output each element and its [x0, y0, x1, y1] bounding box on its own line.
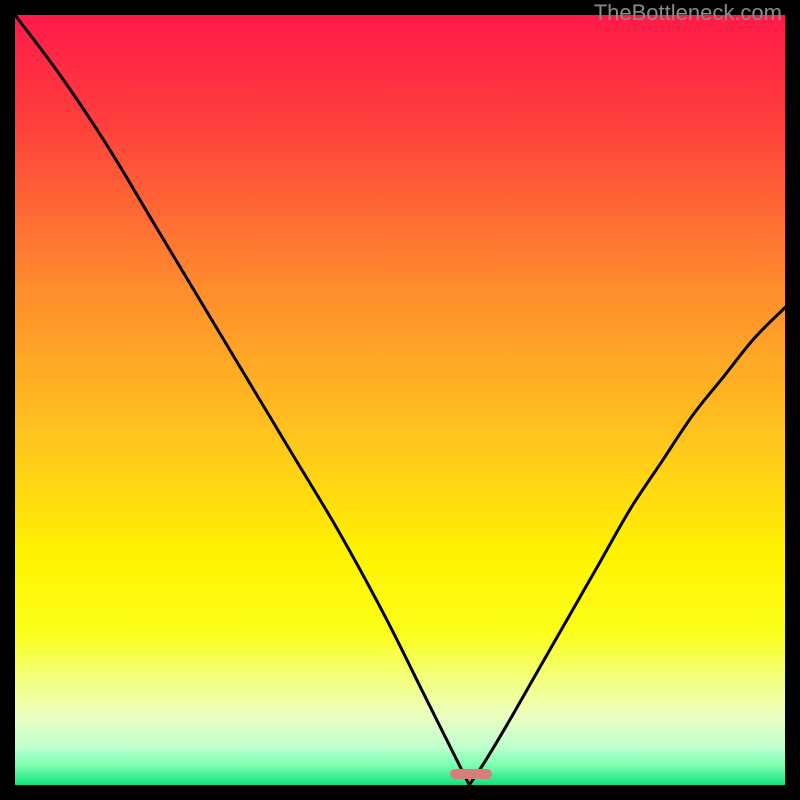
curve-left-branch — [15, 15, 469, 785]
curve-right-branch — [469, 308, 785, 785]
optimal-marker — [450, 769, 492, 779]
bottleneck-curve — [15, 15, 785, 785]
chart-frame: TheBottleneck.com — [0, 0, 800, 800]
watermark-text: TheBottleneck.com — [594, 0, 782, 26]
plot-area — [15, 15, 785, 785]
